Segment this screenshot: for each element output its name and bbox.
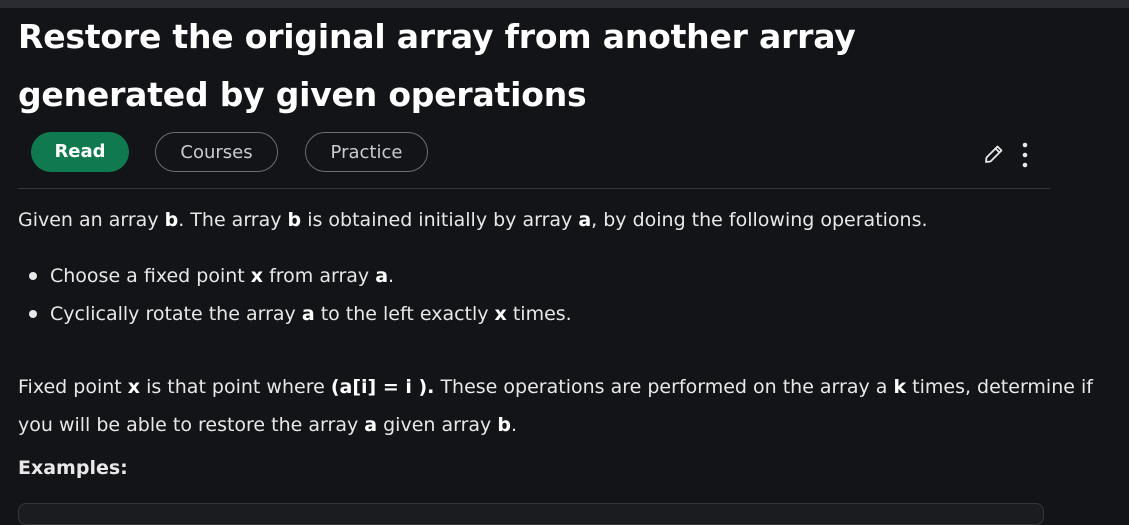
divider: [18, 188, 1050, 189]
list-item-text: Choose a fixed point x from array a.: [50, 265, 395, 287]
examples-heading: Examples:: [18, 457, 128, 479]
vertical-dots-icon[interactable]: [1018, 141, 1032, 169]
tab-courses[interactable]: Courses: [155, 132, 278, 172]
fixed-point-paragraph: Fixed point x is that point where (a[i] …: [18, 376, 1093, 436]
list-item-text: Cyclically rotate the array a to the lef…: [50, 303, 572, 325]
list-item: Choose a fixed point x from array a.: [18, 257, 1118, 295]
article-title: Restore the original array from another …: [18, 17, 856, 114]
article-content: Restore the original array from another …: [18, 8, 1093, 525]
tab-read[interactable]: Read: [31, 132, 129, 172]
top-bar: [0, 0, 1129, 8]
bullet-icon: [29, 272, 37, 280]
tab-practice[interactable]: Practice: [305, 132, 428, 172]
pencil-icon[interactable]: [982, 142, 1006, 166]
operations-list: Choose a fixed point x from array a. Cyc…: [18, 257, 1118, 333]
bullet-icon: [29, 310, 37, 318]
intro-paragraph: Given an array b. The array b is obtaine…: [18, 209, 928, 231]
article-tabs: Read Courses Practice: [18, 132, 1050, 174]
example-box: [18, 503, 1044, 525]
list-item: Cyclically rotate the array a to the lef…: [18, 295, 1118, 333]
